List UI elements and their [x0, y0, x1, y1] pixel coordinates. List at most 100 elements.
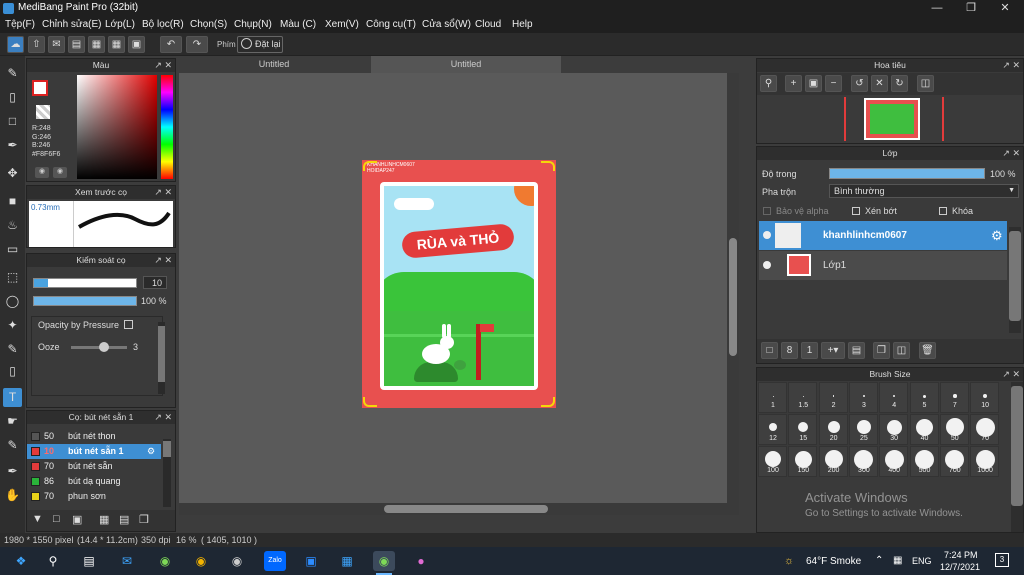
eraser-tool-icon[interactable]: ▯ — [3, 88, 22, 107]
merge-layer-icon[interactable]: ◫ — [893, 342, 910, 359]
brush-size-cell[interactable]: 70 — [970, 414, 1000, 445]
chat-icon[interactable]: ✉ — [48, 36, 65, 53]
delete-layer-icon[interactable]: 🗑 — [919, 342, 936, 359]
export-icon[interactable]: ⇧ — [28, 36, 45, 53]
chrome-icon[interactable]: ◉ — [190, 551, 212, 571]
brush-size-cell[interactable]: 400 — [879, 446, 909, 477]
visibility-icon[interactable] — [763, 231, 771, 239]
document-icon[interactable]: ▦ — [88, 36, 105, 53]
brush-size-scroll-thumb[interactable] — [1011, 386, 1023, 506]
gradient-tool-icon[interactable]: ▭ — [3, 240, 22, 259]
grid-icon[interactable]: ▦ — [108, 36, 125, 53]
menu-capture[interactable]: Chụp(N) — [234, 19, 272, 30]
new-1bit-layer-icon[interactable]: 1 — [801, 342, 818, 359]
panel-close-icon[interactable]: ↗ ✕ — [154, 59, 172, 72]
brush-size-cell[interactable]: 50 — [939, 414, 969, 445]
brush-size-cell[interactable]: 300 — [848, 446, 878, 477]
layers-scroll-thumb[interactable] — [1009, 231, 1021, 321]
rotate-left-icon[interactable]: ↺ — [851, 75, 868, 92]
search-icon[interactable]: ⚲ — [42, 551, 64, 571]
mail-icon[interactable]: ✉ — [116, 551, 138, 571]
palette-icon[interactable]: ◉ — [53, 167, 67, 178]
brush-size-cell[interactable]: 150 — [788, 446, 818, 477]
notification-icon[interactable]: 3 — [995, 553, 1009, 567]
panel-close-icon[interactable]: ↗ ✕ — [154, 411, 172, 424]
move-tool-icon[interactable]: ✥ — [3, 164, 22, 183]
new-layer-icon[interactable]: □ — [761, 342, 778, 359]
brush-item-selected[interactable]: 10 bút nét sẵn 1 ⚙ — [27, 444, 161, 459]
protect-alpha-checkbox[interactable] — [763, 207, 771, 215]
operation-tool-icon[interactable]: ☛ — [3, 412, 22, 431]
brush-size-cell[interactable]: 2 — [818, 382, 848, 413]
fit-window-icon[interactable]: ▣ — [805, 75, 822, 92]
flip-icon[interactable]: ◫ — [917, 75, 934, 92]
brush-size-cell[interactable]: 100 — [758, 446, 787, 477]
brush-item[interactable]: 86 bút dạ quang — [27, 474, 175, 489]
undo-button[interactable]: ↶ — [160, 36, 182, 53]
menu-filter[interactable]: Bộ lọc(R) — [142, 19, 184, 30]
network-icon[interactable]: ▦ — [893, 555, 902, 566]
divide-tool-icon[interactable]: ✎ — [3, 436, 22, 455]
new-8bit-layer-icon[interactable]: 8 — [781, 342, 798, 359]
cloud-icon[interactable]: ☁ — [7, 36, 24, 53]
canvas-horizontal-scrollbar[interactable] — [179, 503, 727, 515]
canvas-area[interactable]: KHANHLINHCM0607 HOIDAP247 RÙA và THỎ — [179, 73, 739, 515]
menu-layer[interactable]: Lớp(L) — [105, 19, 135, 30]
menu-help[interactable]: Help — [512, 19, 533, 30]
hue-slider[interactable] — [161, 75, 173, 179]
layer-folder-icon[interactable]: ▤ — [848, 342, 865, 359]
menu-file[interactable]: Tệp(F) — [5, 19, 35, 30]
select-pen-icon[interactable]: ✎ — [3, 340, 22, 359]
blend-mode-select[interactable]: Bình thường ▼ — [829, 184, 1019, 198]
gear-icon[interactable]: ⚙ — [147, 444, 155, 459]
panel-close-icon[interactable]: ↗ ✕ — [154, 186, 172, 199]
lock-checkbox[interactable] — [939, 207, 947, 215]
brush-item[interactable]: 70 phun sơn — [27, 489, 175, 504]
canvas-vertical-scrollbar[interactable] — [727, 73, 739, 515]
add-brush-icon[interactable]: ▼ — [32, 513, 43, 525]
brush-size-cell[interactable]: 10 — [970, 382, 1000, 413]
hand-tool-icon[interactable]: ✋ — [3, 486, 22, 505]
options-scroll-thumb[interactable] — [158, 326, 165, 382]
menu-window[interactable]: Cửa sổ(W) — [422, 19, 471, 30]
size-slider[interactable] — [33, 278, 137, 288]
windows-start-icon[interactable]: ❖ — [10, 551, 32, 571]
pen-tool-icon[interactable]: ✒ — [3, 136, 22, 155]
menu-edit[interactable]: Chỉnh sửa(E) — [42, 19, 102, 30]
foreground-color-swatch[interactable] — [32, 80, 48, 96]
menu-select[interactable]: Chọn(S) — [190, 19, 227, 30]
store-icon[interactable]: ▦ — [336, 551, 358, 571]
brush-item[interactable]: 70 bút nét sẵn — [27, 459, 175, 474]
brush-size-cell[interactable]: 700 — [939, 446, 969, 477]
brush-size-cell[interactable]: 1.5 — [788, 382, 818, 413]
artwork-canvas[interactable]: KHANHLINHCM0607 HOIDAP247 RÙA và THỎ — [362, 160, 556, 408]
brush-size-cell[interactable]: 30 — [879, 414, 909, 445]
zoom-app-icon[interactable]: ▣ — [300, 551, 322, 571]
brush-menu-icon[interactable]: ▣ — [72, 513, 82, 526]
tab-untitled-2[interactable]: Untitled — [371, 56, 561, 73]
clock-time[interactable]: 7:24 PM — [944, 550, 978, 560]
brush-settings-icon[interactable]: ▦ — [99, 513, 109, 526]
brush-size-cell[interactable]: 20 — [818, 414, 848, 445]
rectangle-tool-icon[interactable]: □ — [3, 112, 22, 131]
reset-view-icon[interactable]: ✕ — [871, 75, 888, 92]
brush-size-cell[interactable]: 12 — [758, 414, 787, 445]
zoom-out-icon[interactable]: − — [825, 75, 842, 92]
brush-size-cell[interactable]: 40 — [909, 414, 939, 445]
gear-icon[interactable]: ⚙ — [991, 228, 1003, 244]
brush-size-cell[interactable]: 3 — [848, 382, 878, 413]
lasso-tool-icon[interactable]: ◯ — [3, 292, 22, 311]
navigator-viewport[interactable] — [844, 97, 944, 141]
zalo-icon[interactable]: Zalo — [264, 551, 286, 571]
layer-row-selected[interactable]: khanhlinhcm0607 ⚙ — [759, 221, 1007, 250]
brush-size-cell[interactable]: 4 — [879, 382, 909, 413]
brush-list-scrollbar[interactable] — [163, 439, 171, 507]
panel-close-icon[interactable]: ↗ ✕ — [1002, 147, 1020, 160]
color-mode-icon[interactable]: ◉ — [35, 167, 49, 178]
color-saturation-field[interactable] — [77, 75, 157, 179]
fill-rect-tool-icon[interactable]: ■ — [3, 192, 22, 211]
brush-size-cell[interactable]: 25 — [848, 414, 878, 445]
panel-close-icon[interactable]: ↗ ✕ — [1002, 368, 1020, 381]
text-tool-icon[interactable]: T — [3, 388, 22, 407]
brush-size-cell[interactable]: 500 — [909, 446, 939, 477]
